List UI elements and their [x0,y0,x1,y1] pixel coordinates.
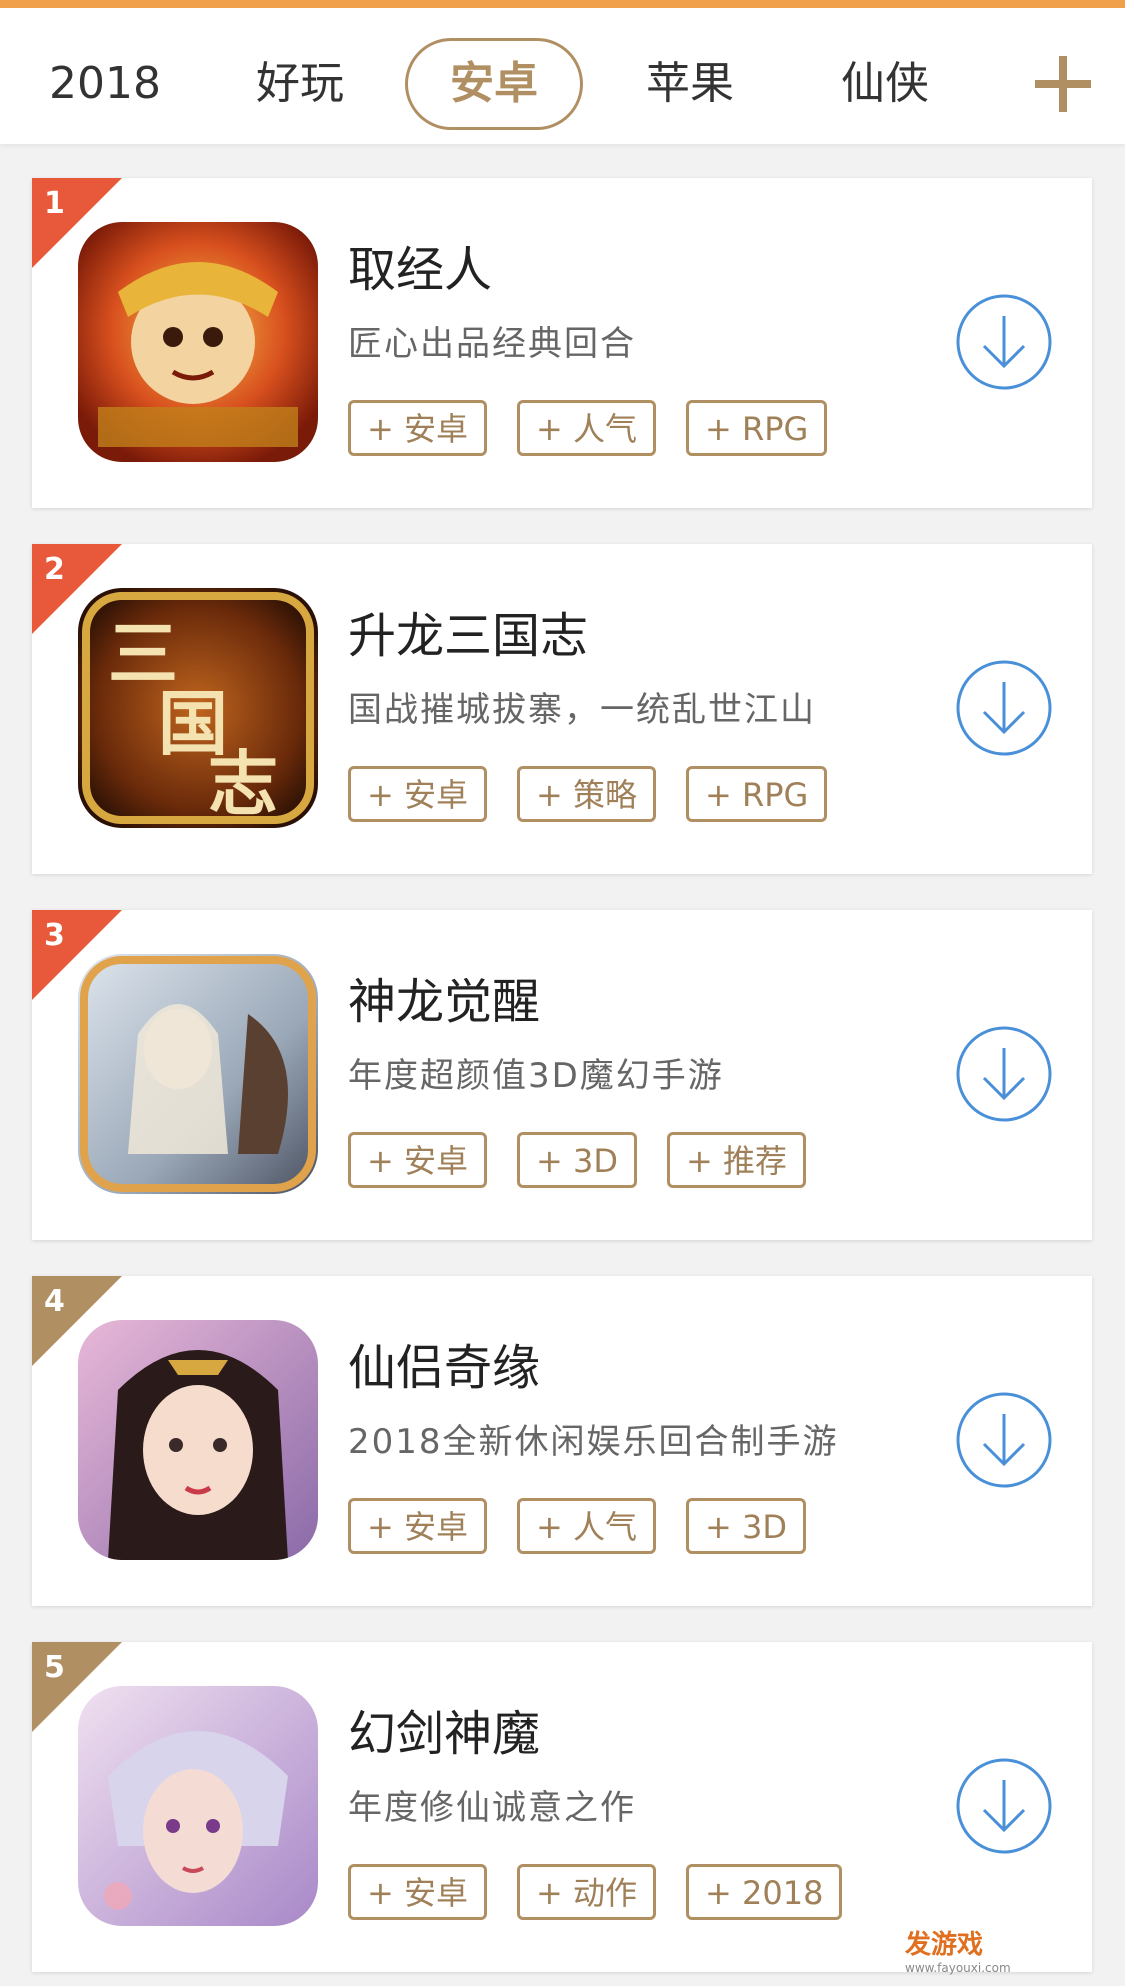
tab-apple[interactable]: 苹果 [615,38,765,130]
plus-icon[interactable] [1031,52,1095,116]
tag[interactable]: + 人气 [517,400,656,456]
tag-row: + 安卓 + 人气 + RPG [348,400,828,460]
game-title: 取经人 [348,242,493,298]
tag[interactable]: + RPG [686,766,828,822]
game-icon-image[interactable] [78,222,318,462]
tag-row: + 安卓 + 人气 + 3D [348,1498,806,1558]
game-icon-image[interactable] [78,1320,318,1560]
game-description: 国战摧城拔寨，一统乱世江山 [348,690,816,730]
game-title: 神龙觉醒 [348,974,541,1030]
tag[interactable]: + 策略 [517,766,656,822]
tag[interactable]: + 安卓 [348,1864,487,1920]
category-tabs: 2018 好玩 安卓 苹果 仙侠 [0,8,1125,144]
game-description: 年度修仙诚意之作 [348,1788,636,1828]
rank-number: 1 [44,186,65,221]
tag-row: + 安卓 + 3D + 推荐 [348,1132,806,1192]
game-title: 仙侣奇缘 [348,1340,541,1396]
tag[interactable]: + 3D [517,1132,637,1188]
game-icon-image[interactable] [78,1686,318,1926]
game-description: 年度超颜值3D魔幻手游 [348,1056,724,1096]
tag[interactable]: + 安卓 [348,766,487,822]
tag-row: + 安卓 + 策略 + RPG [348,766,828,826]
site-watermark: 发游戏 www.fayouxi.com [905,1924,1105,1975]
tag[interactable]: + 3D [686,1498,806,1554]
download-icon[interactable] [954,1024,1054,1124]
tag[interactable]: + 人气 [517,1498,656,1554]
rank-number: 4 [44,1284,65,1319]
tag-row: + 安卓 + 动作 + 2018 [348,1864,843,1924]
game-card[interactable]: 3 神龙觉醒 年度超颜值3D魔幻手游 + 安卓 + 3D + 推荐 [32,910,1092,1240]
download-icon[interactable] [954,292,1054,392]
download-icon[interactable] [954,1756,1054,1856]
tag[interactable]: + 2018 [686,1864,843,1920]
tab-2018[interactable]: 2018 [30,38,180,130]
game-description: 2018全新休闲娱乐回合制手游 [348,1422,839,1462]
tab-xianxia[interactable]: 仙侠 [810,38,960,130]
watermark-brand: 发游戏 [905,1930,984,1960]
svg-text:志: 志 [208,742,278,825]
tag[interactable]: + 安卓 [348,400,487,456]
game-title: 幻剑神魔 [348,1706,541,1762]
rank-number: 5 [44,1650,65,1685]
tab-fun[interactable]: 好玩 [225,38,375,130]
rank-number: 2 [44,552,65,587]
tag[interactable]: + 安卓 [348,1498,487,1554]
download-icon[interactable] [954,1390,1054,1490]
rank-number: 3 [44,918,65,953]
game-icon-image[interactable] [78,954,318,1194]
game-title: 升龙三国志 [348,608,589,664]
game-card[interactable]: 1 取经人 匠心出品经典回合 + 安卓 + 人气 + RPG [32,178,1092,508]
tag[interactable]: + 推荐 [666,1132,806,1188]
game-card[interactable]: 5 幻剑神魔 年度修仙诚意之作 + 安卓 + 动作 + 2018 [32,1642,1092,1972]
top-accent-bar [0,0,1125,8]
game-card[interactable]: 2 三 国 志 升龙三国志 国战摧城拔寨，一统乱世江山 + 安卓 + 策略 + … [32,544,1092,874]
game-icon-image[interactable]: 三 国 志 [78,588,318,828]
watermark-url: www.fayouxi.com [905,1961,1011,1975]
game-description: 匠心出品经典回合 [348,324,636,364]
tab-android[interactable]: 安卓 [405,38,583,130]
game-card[interactable]: 4 仙侣奇缘 2018全新休闲娱乐回合制手游 + 安卓 + 人气 + 3D [32,1276,1092,1606]
tag[interactable]: + RPG [686,400,828,456]
download-icon[interactable] [954,658,1054,758]
tag[interactable]: + 动作 [517,1864,656,1920]
tag[interactable]: + 安卓 [348,1132,487,1188]
